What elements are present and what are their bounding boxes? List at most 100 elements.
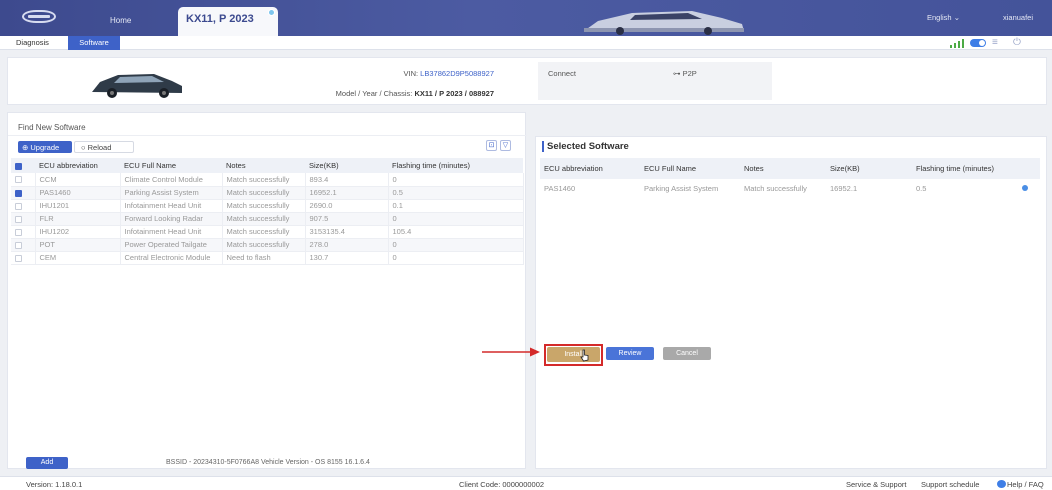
export-icon[interactable]: ⊡ — [486, 140, 497, 151]
size-cell: 3153135.4 — [305, 225, 389, 239]
column-header[interactable]: Flashing time (minutes) — [912, 158, 1018, 179]
table-row[interactable]: POT Power Operated Tailgate Match successf… — [11, 238, 524, 252]
row-checkbox-cell[interactable] — [11, 186, 36, 200]
support-schedule-link[interactable]: Support schedule — [921, 480, 979, 489]
notes-cell: Match successfully — [222, 199, 306, 213]
column-header[interactable]: ECU Full Name — [120, 158, 222, 173]
tab-diagnosis[interactable]: Diagnosis — [16, 38, 49, 47]
select-all-header[interactable] — [11, 158, 35, 173]
toggle-icon[interactable] — [970, 39, 986, 47]
row-checkbox-cell[interactable] — [11, 251, 36, 265]
model-row: Model / Year / Chassis: KX11 / P 2023 / … — [264, 89, 494, 98]
bssid-info: BSSID - 20234310-5F0766A8 Vehicle Versio… — [166, 459, 370, 466]
column-header[interactable]: ECU abbreviation — [35, 158, 120, 173]
vehicle-image — [92, 74, 182, 98]
ecu-full-name-cell: Power Operated Tailgate — [120, 238, 223, 252]
user-name[interactable]: xianuafei — [1003, 13, 1033, 22]
table-row[interactable]: FLR Forward Looking Radar Match successful… — [11, 212, 524, 226]
language-select[interactable]: English ⌄ — [927, 13, 960, 22]
ecu-abbreviation-cell: PAS1460 — [35, 186, 121, 200]
table-row[interactable]: CEM Central Electronic Module Need to flas… — [11, 251, 524, 265]
service-support-link[interactable]: Service & Support — [846, 480, 906, 489]
row-checkbox[interactable] — [15, 202, 22, 210]
table-row[interactable]: IHU1201 Infotainment Head Unit Match succe… — [11, 199, 524, 213]
tab-software[interactable]: Software — [68, 36, 120, 50]
row-checkbox-cell[interactable] — [11, 225, 36, 239]
size-cell: 16952.1 — [830, 183, 858, 193]
power-icon[interactable]: ⏻ — [1013, 37, 1021, 48]
column-header[interactable]: ECU abbreviation — [540, 158, 640, 179]
status-cell — [1018, 179, 1040, 197]
upgrade-icon: ⊕ — [22, 143, 29, 152]
ecu-full-name-cell: Central Electronic Module — [120, 251, 223, 265]
vehicle-tab[interactable]: KX11, P 2023 — [178, 7, 278, 36]
table-row[interactable]: IHU1202 Infotainment Head Unit Match succe… — [11, 225, 524, 239]
column-header[interactable]: Flashing time (minutes) — [388, 158, 523, 173]
vin-value: LB37862D9P5088927 — [420, 69, 494, 78]
column-header[interactable]: Size(KB) — [305, 158, 388, 173]
vehicle-tab-label: KX11, P 2023 — [186, 13, 254, 25]
cancel-button[interactable]: Cancel — [663, 347, 711, 360]
connect-value: ⊶ P2P — [673, 69, 697, 78]
table-header-row: ECU abbreviation ECU Full Name Notes Siz… — [11, 158, 523, 173]
row-checkbox[interactable] — [15, 215, 22, 223]
table-row[interactable]: CCM Climate Control Module Match successfu… — [11, 173, 524, 187]
reload-button[interactable]: ○ Reload — [74, 141, 134, 153]
add-button[interactable]: Add — [26, 457, 68, 469]
ecu-full-name-cell: Parking Assist System — [644, 183, 719, 193]
row-checkbox[interactable] — [15, 241, 22, 249]
size-cell: 130.7 — [305, 251, 389, 265]
help-faq-link[interactable]: Help / FAQ — [1007, 480, 1044, 489]
selected-software-title: Selected Software — [542, 141, 629, 152]
select-all-checkbox[interactable] — [15, 162, 22, 170]
row-checkbox[interactable] — [15, 228, 22, 236]
filter-icon[interactable]: ▽ — [500, 140, 511, 151]
row-checkbox[interactable] — [15, 254, 22, 262]
row-checkbox[interactable] — [15, 189, 22, 197]
upgrade-button[interactable]: ⊕ Upgrade — [18, 141, 72, 153]
install-button[interactable]: Install — [547, 347, 600, 362]
size-cell: 893.4 — [305, 173, 389, 187]
column-header[interactable]: Notes — [740, 158, 826, 179]
flashing-time-cell: 105.4 — [388, 225, 524, 239]
table-row[interactable]: PAS1460 Parking Assist System Match succes… — [540, 179, 1040, 197]
help-icon[interactable] — [997, 480, 1006, 488]
notes-cell: Match successfully — [744, 183, 807, 193]
size-cell: 278.0 — [305, 238, 389, 252]
notes-cell: Match successfully — [222, 238, 306, 252]
flashing-time-cell: 0 — [388, 173, 524, 187]
signal-icon — [950, 39, 964, 48]
vehicle-info-panel: VIN: LB37862D9P5088927 Model / Year / Ch… — [7, 57, 1047, 105]
column-header[interactable]: ECU Full Name — [640, 158, 740, 179]
review-button[interactable]: Review — [606, 347, 654, 360]
table-row[interactable]: PAS1460 Parking Assist System Match succes… — [11, 186, 524, 200]
ecu-full-name-cell: Infotainment Head Unit — [120, 225, 223, 239]
ecu-full-name-cell: Parking Assist System — [120, 186, 223, 200]
ecu-full-name-cell: Forward Looking Radar — [120, 212, 223, 226]
language-label: English — [927, 13, 952, 22]
vin-label: VIN: — [403, 69, 419, 78]
flashing-time-cell: 0.1 — [388, 199, 524, 213]
column-header[interactable]: Size(KB) — [826, 158, 912, 179]
find-software-title: Find New Software — [18, 123, 86, 132]
footer: Version: 1.18.0.1 Client Code: 000000000… — [0, 476, 1052, 490]
row-checkbox-cell[interactable] — [11, 238, 36, 252]
menu-icon[interactable]: ≡ — [992, 37, 998, 48]
cursor-icon — [580, 349, 589, 362]
ecu-abbreviation-cell: PAS1460 — [544, 183, 576, 193]
notes-cell: Match successfully — [222, 186, 306, 200]
flashing-time-cell: 0 — [388, 238, 524, 252]
row-checkbox-cell[interactable] — [11, 212, 36, 226]
reload-label: Reload — [87, 143, 112, 152]
column-header[interactable]: Notes — [222, 158, 305, 173]
home-tab[interactable]: Home — [110, 16, 131, 25]
row-checkbox-cell[interactable] — [11, 199, 36, 213]
row-checkbox-cell[interactable] — [11, 173, 36, 187]
client-code-label: Client Code: 0000000002 — [459, 480, 545, 489]
connect-box: Connect ⊶ P2P — [538, 62, 772, 100]
find-software-panel: Find New Software ⊕ Upgrade ○ Reload ⊡ ▽… — [7, 112, 527, 469]
banner-car-image — [584, 11, 744, 35]
row-checkbox[interactable] — [15, 176, 22, 184]
flashing-time-cell: 0 — [388, 251, 524, 265]
model-label: Model / Year / Chassis: — [335, 89, 413, 98]
